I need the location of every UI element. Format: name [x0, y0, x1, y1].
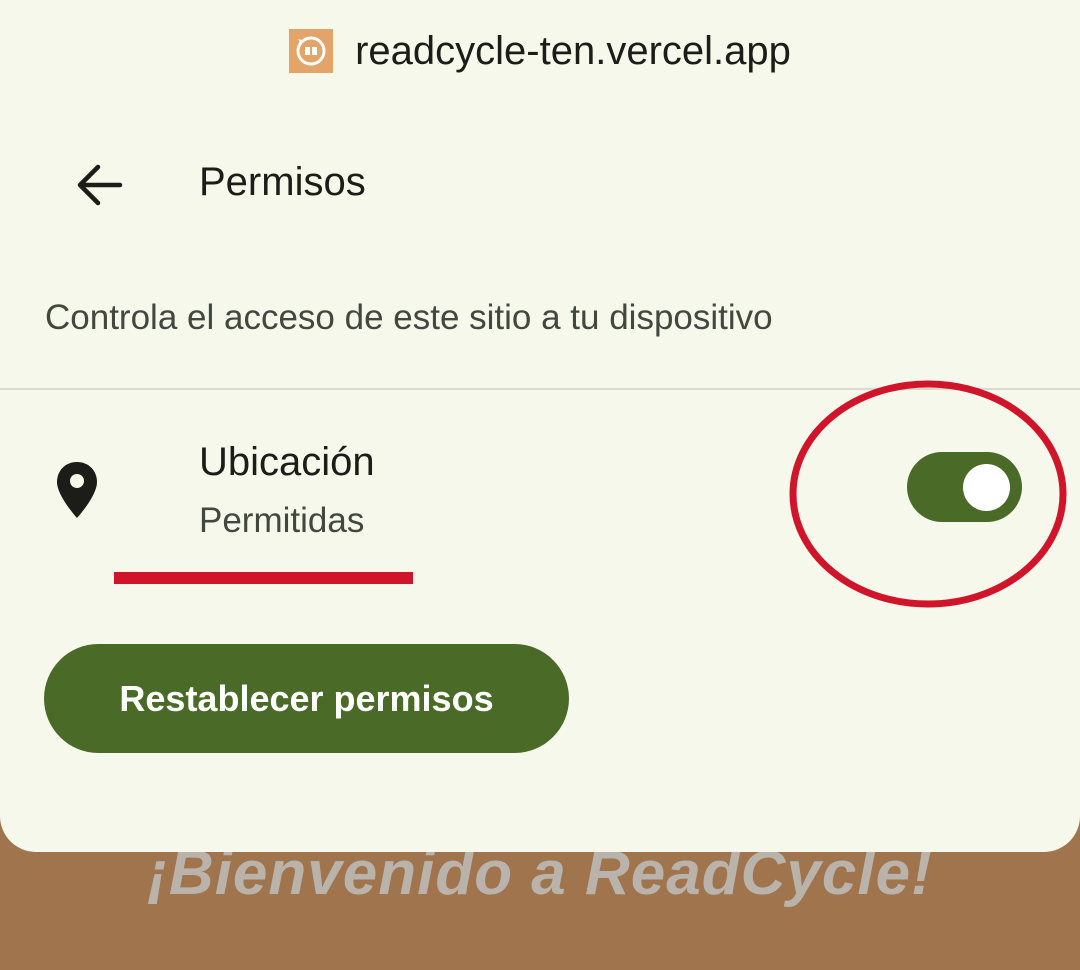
permission-status: Permitidas — [199, 501, 365, 540]
arrow-back-icon — [77, 164, 123, 206]
location-pin-icon — [57, 462, 97, 518]
description-text: Controla el acceso de este sitio a tu di… — [45, 298, 773, 337]
readcycle-book-icon — [289, 29, 334, 73]
site-url: readcycle-ten.vercel.app — [355, 28, 791, 73]
permissions-sheet: readcycle-ten.vercel.app Permisos Contro… — [0, 0, 1080, 852]
page-title: Permisos — [199, 160, 366, 204]
reset-permissions-button[interactable]: Restablecer permisos — [44, 644, 569, 753]
location-toggle[interactable] — [907, 452, 1022, 522]
toggle-knob — [963, 464, 1010, 511]
red-underline-annotation — [114, 572, 413, 584]
permission-name: Ubicación — [199, 440, 375, 484]
back-button[interactable] — [66, 152, 132, 218]
site-info: readcycle-ten.vercel.app — [0, 28, 1080, 74]
divider — [0, 388, 1080, 390]
